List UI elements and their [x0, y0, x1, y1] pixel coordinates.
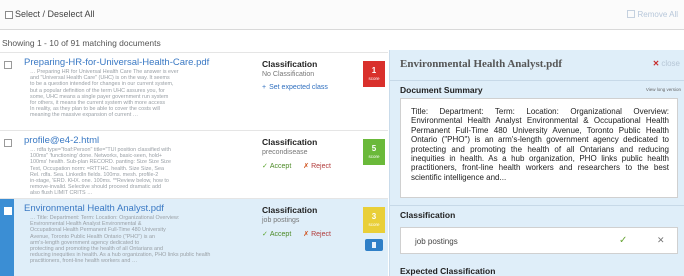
summary-text: Title: Department: Term: Location: Organ…	[411, 107, 669, 182]
long-version-link[interactable]: View long version	[646, 87, 681, 92]
result-row[interactable]: Preparing-HR-for-Universal-Health-Care.p…	[0, 52, 388, 130]
reject-x-icon[interactable]: ✕	[657, 235, 665, 246]
reject-button[interactable]: ✗ Reject	[303, 231, 331, 238]
row-checkbox[interactable]	[4, 139, 12, 147]
result-row-selected[interactable]: Environmental Health Analyst.pdf … Title…	[0, 198, 388, 276]
cross-icon: ✗	[303, 231, 310, 238]
remove-all-label: Remove All	[637, 10, 678, 19]
accept-button[interactable]: ✓ Accept	[262, 231, 291, 238]
score-label: score	[368, 222, 380, 227]
selection-toolbar: Select / Deselect All Remove All	[0, 0, 684, 30]
score-value: 5	[371, 144, 377, 153]
check-icon: ✓	[262, 231, 268, 238]
classification-heading: Classification	[262, 137, 318, 147]
plus-icon: +	[262, 84, 267, 91]
summary-header: Document Summary View long version	[390, 80, 684, 98]
panel-title: Environmental Health Analyst.pdf	[400, 58, 563, 70]
close-icon: ✕	[652, 59, 660, 68]
summary-box: Title: Department: Term: Location: Organ…	[400, 98, 678, 198]
panel-classification-heading: Classification	[400, 210, 456, 220]
score-badge: 5 score	[363, 139, 385, 165]
score-label: score	[368, 154, 380, 159]
document-title-link[interactable]: Environmental Health Analyst.pdf	[24, 203, 164, 214]
classification-value: No Classification	[262, 71, 315, 78]
classification-header: Classification	[390, 205, 684, 223]
classification-heading: Classification	[262, 59, 318, 69]
close-label: close	[661, 59, 680, 68]
document-snippet: … Title: Department: Term: Location: Org…	[30, 215, 211, 265]
summary-heading: Document Summary	[400, 85, 483, 95]
classification-value: precondisease	[262, 149, 308, 156]
document-title-link[interactable]: Preparing-HR-for-Universal-Health-Care.p…	[24, 57, 209, 68]
check-icon: ✓	[262, 163, 268, 170]
expected-classification-heading: Expected Classification	[400, 266, 496, 276]
select-all-checkbox[interactable]	[5, 11, 13, 19]
score-value: 1	[371, 66, 377, 75]
score-badge: 3 score	[363, 207, 385, 233]
remove-icon	[626, 10, 635, 18]
score-badge: 1 score	[363, 61, 385, 87]
panel-classification-value: job postings	[415, 237, 458, 246]
classification-block: Classification job postings ✓ Accept ✗ Rej…	[262, 205, 352, 238]
cross-icon: ✗	[303, 163, 310, 170]
row-checkbox[interactable]	[4, 61, 12, 69]
score-value: 3	[371, 212, 377, 221]
document-detail-panel: Environmental Health Analyst.pdf ✕ close …	[389, 50, 684, 276]
reject-button[interactable]: ✗ Reject	[303, 163, 331, 170]
row-checkbox[interactable]	[4, 207, 12, 215]
close-panel-button[interactable]: ✕ close	[653, 59, 680, 68]
result-count: Showing 1 - 10 of 91 matching documents	[2, 38, 161, 48]
document-title-link[interactable]: profile@e4-2.html	[24, 135, 99, 146]
info-icon	[372, 242, 376, 248]
classification-row: job postings ✓ ✕	[400, 227, 678, 254]
classification-block: Classification precondisease ✓ Accept ✗ Re…	[262, 137, 352, 170]
classification-block: Classification No Classification + Set ex…	[262, 59, 352, 91]
result-row[interactable]: profile@e4-2.html … rdfa type="foaf:Pers…	[0, 130, 388, 198]
classification-heading: Classification	[262, 205, 318, 215]
remove-all-button[interactable]: Remove All	[626, 10, 678, 19]
score-label: score	[368, 76, 380, 81]
set-expected-class-link[interactable]: + Set expected class	[262, 84, 328, 91]
classification-value: job postings	[262, 217, 300, 224]
document-snippet: … Preparing HR for Universal Health Care…	[30, 69, 179, 119]
document-snippet: … rdfa type="foaf:Person" title="TUI pos…	[30, 147, 171, 197]
accept-check-icon[interactable]: ✓	[619, 235, 627, 246]
info-button[interactable]	[365, 239, 383, 251]
select-all-label[interactable]: Select / Deselect All	[15, 9, 95, 19]
accept-button[interactable]: ✓ Accept	[262, 163, 291, 170]
